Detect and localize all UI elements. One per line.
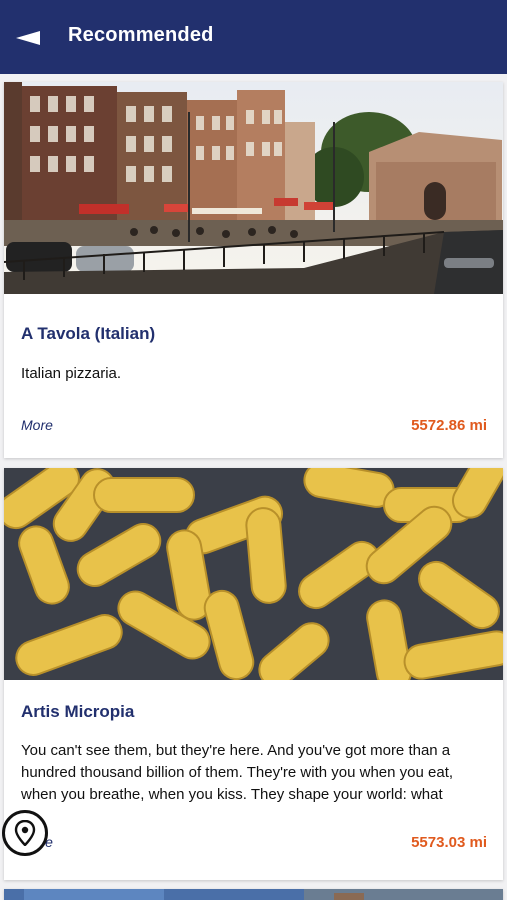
card-description: You can't see them, but they're here. An… — [21, 742, 454, 803]
more-link[interactable]: More — [21, 417, 53, 433]
back-button[interactable] — [14, 28, 42, 48]
partial-card-photo — [4, 889, 503, 900]
place-card[interactable] — [4, 889, 503, 900]
canal-street-photo — [4, 82, 503, 294]
place-card[interactable]: Artis Micropia You can't see them, but t… — [4, 468, 503, 880]
distance-label: 5573.03 mi — [411, 834, 487, 851]
map-pin-icon — [14, 820, 36, 846]
app-screen: Recommended A Tavola (Italian) Italian p… — [0, 0, 507, 900]
card-description: Italian pizzaria. — [21, 365, 122, 382]
map-button[interactable] — [2, 810, 48, 856]
yellow-microbes-photo — [4, 468, 503, 680]
card-title: A Tavola (Italian) — [21, 324, 156, 343]
app-header: Recommended — [0, 0, 507, 74]
card-title: Artis Micropia — [21, 702, 135, 721]
place-card[interactable]: A Tavola (Italian) Italian pizzaria. Mor… — [4, 82, 503, 458]
back-arrow-icon — [16, 31, 40, 45]
distance-label: 5572.86 mi — [411, 417, 487, 434]
page-title: Recommended — [68, 24, 214, 46]
